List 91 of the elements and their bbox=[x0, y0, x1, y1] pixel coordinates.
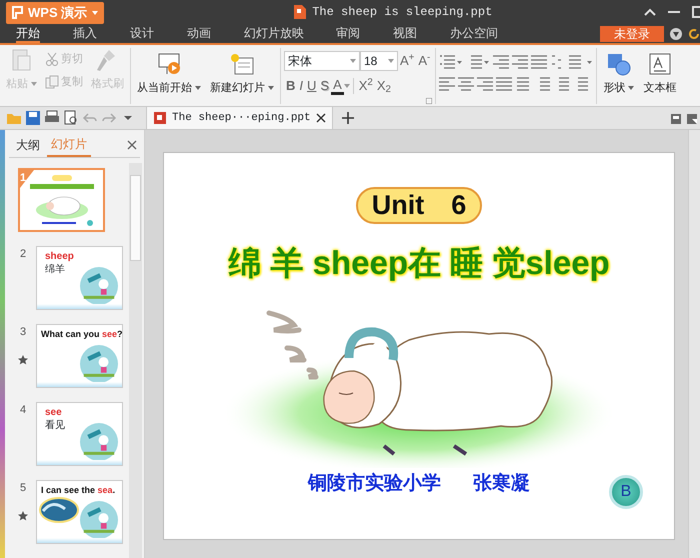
author-name: 张寒凝 bbox=[473, 472, 530, 496]
script-button[interactable]: X$_{2}$ bbox=[374, 77, 393, 95]
font-name-select[interactable]: 宋体 bbox=[284, 51, 360, 71]
align-text-icon[interactable] bbox=[569, 54, 594, 70]
close-icon[interactable] bbox=[316, 113, 326, 123]
align-right-icon[interactable] bbox=[477, 76, 494, 92]
document-tab[interactable]: The sheep···eping.ppt bbox=[146, 106, 333, 129]
dialog-launcher-icon[interactable] bbox=[426, 98, 432, 104]
collapse-ribbon-icon[interactable] bbox=[644, 8, 656, 16]
increase-indent-icon[interactable] bbox=[512, 54, 528, 70]
slide-title: 绵 羊 sheep在 睡 觉sleep bbox=[228, 243, 610, 283]
presentation-file-icon bbox=[153, 111, 167, 125]
caret-icon bbox=[344, 84, 350, 88]
maximize-icon[interactable] bbox=[692, 6, 700, 18]
caret-icon bbox=[92, 10, 98, 14]
skin-icon[interactable] bbox=[670, 28, 682, 40]
school-name: 铜陵市实验小学 bbox=[308, 472, 441, 496]
sea-wave-picture bbox=[39, 497, 79, 523]
text-box-button[interactable]: 文本框 bbox=[640, 52, 680, 96]
slide-number: 2 bbox=[20, 247, 26, 262]
slide-number: 1 bbox=[20, 171, 26, 186]
menu-tab[interactable]: 审阅 bbox=[336, 24, 360, 43]
slide-thumbnail[interactable]: I can see the sea. bbox=[36, 480, 123, 544]
decrease-indent-icon[interactable] bbox=[493, 54, 510, 70]
cartoon-illustration bbox=[80, 423, 118, 461]
close-icon[interactable] bbox=[127, 140, 137, 150]
slide-thumbnail-title: What can you see? bbox=[41, 330, 122, 339]
refresh-icon[interactable] bbox=[688, 28, 700, 40]
slide-thumbnail-subtitle: 绵羊 bbox=[45, 265, 65, 275]
slide-thumbnail[interactable]: see 看见 bbox=[36, 402, 123, 466]
menu-tab[interactable]: 视图 bbox=[393, 24, 417, 43]
slide-number: 3 bbox=[20, 325, 26, 340]
underline-button[interactable]: U bbox=[305, 77, 318, 95]
panel-tab[interactable]: 大纲 bbox=[12, 134, 44, 156]
slide-thumbnail[interactable]: sheep 绵羊 bbox=[36, 246, 123, 310]
scissors-icon bbox=[45, 52, 59, 66]
presentation-icon bbox=[156, 52, 182, 76]
cartoon-illustration bbox=[80, 501, 118, 539]
font-color-button[interactable]: A bbox=[331, 77, 344, 95]
shrink-font-button[interactable]: A$^{-}$ bbox=[416, 52, 432, 70]
window-title: The sheep is sleeping.ppt bbox=[312, 4, 492, 21]
menu-tab[interactable]: 开始 bbox=[16, 24, 40, 43]
grow-font-button[interactable]: A$^{+}$ bbox=[398, 52, 416, 70]
new-slide-icon bbox=[229, 52, 255, 76]
add-tab-icon[interactable] bbox=[340, 111, 355, 125]
slide-number: 4 bbox=[20, 403, 26, 418]
logo-icon bbox=[12, 6, 23, 19]
menu-tab[interactable]: 幻灯片放映 bbox=[244, 24, 304, 43]
slide-thumbnail-title: sheep bbox=[45, 252, 74, 262]
menu-tab[interactable]: 办公空间 bbox=[450, 24, 498, 43]
bullet-list-icon[interactable] bbox=[439, 54, 464, 70]
play-from-current-button[interactable]: 从当前开始 bbox=[134, 52, 204, 96]
caret-icon bbox=[388, 59, 394, 63]
italic-button[interactable]: I bbox=[297, 77, 306, 95]
slide-number: 5 bbox=[20, 481, 26, 496]
panel-scrollbar[interactable] bbox=[129, 163, 142, 558]
slide-thumbnail-title: see bbox=[45, 408, 62, 418]
font-size-select[interactable]: 18 bbox=[360, 51, 398, 71]
slide-thumbnail[interactable]: What can you see? bbox=[36, 324, 123, 388]
print-preview-icon[interactable] bbox=[63, 110, 79, 126]
shapes-icon bbox=[606, 52, 632, 76]
bold-button[interactable]: B bbox=[284, 77, 298, 95]
document-icon bbox=[294, 5, 306, 19]
text-direction-icon[interactable] bbox=[531, 54, 548, 70]
script-button[interactable]: X$^{2}$ bbox=[356, 77, 375, 95]
align-center-icon[interactable] bbox=[458, 76, 474, 92]
unit-label: Unit 6 bbox=[356, 187, 482, 224]
copy-icon bbox=[45, 74, 59, 89]
shadow-button[interactable]: S bbox=[318, 77, 332, 95]
menu-tab[interactable]: 动画 bbox=[187, 24, 211, 43]
restore-icon[interactable] bbox=[687, 114, 697, 124]
save-icon[interactable] bbox=[25, 110, 41, 126]
slide-thumbnail-subtitle: 看见 bbox=[45, 421, 65, 431]
minimize-icon[interactable] bbox=[668, 10, 680, 14]
menu-tab[interactable]: 设计 bbox=[130, 24, 154, 43]
caret-icon bbox=[350, 59, 356, 63]
text-box-icon bbox=[646, 52, 673, 76]
new-slide-button[interactable]: 新建幻灯片 bbox=[207, 52, 277, 96]
align-left-icon[interactable] bbox=[439, 76, 456, 92]
justify-icon[interactable] bbox=[496, 76, 512, 92]
slide-action-button[interactable]: B bbox=[609, 475, 643, 509]
window-icon[interactable] bbox=[671, 114, 681, 124]
slide-thumbnail-title: I can see the sea. bbox=[41, 486, 116, 495]
document-tab-title: The sheep···eping.ppt bbox=[172, 110, 311, 126]
cartoon-illustration bbox=[80, 267, 118, 305]
vertical-scrollbar[interactable] bbox=[688, 130, 700, 558]
distribute-icon[interactable] bbox=[515, 76, 532, 92]
menu-tab[interactable]: 插入 bbox=[73, 24, 97, 43]
cartoon-illustration bbox=[80, 345, 118, 383]
scrollbar-thumb[interactable] bbox=[130, 175, 141, 261]
shapes-button[interactable]: 形状 bbox=[600, 52, 638, 96]
